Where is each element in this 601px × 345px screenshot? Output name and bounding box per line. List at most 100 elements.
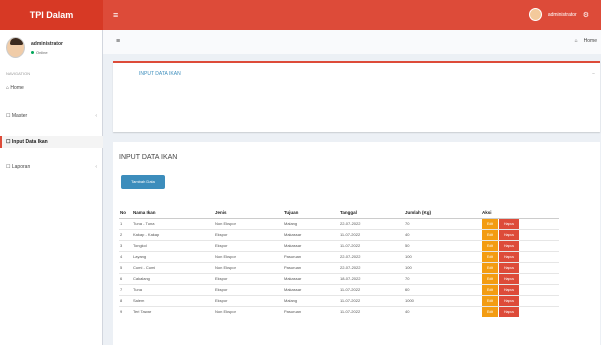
table-cell: 6 bbox=[119, 272, 132, 284]
edit-button[interactable]: Edit bbox=[482, 273, 498, 284]
table-cell: Non Ekspor bbox=[214, 305, 283, 317]
sidebar-item-home[interactable]: ⌂ Home bbox=[0, 82, 103, 94]
edit-button[interactable]: Edit bbox=[482, 251, 498, 262]
home-icon[interactable]: ⌂ bbox=[575, 38, 578, 44]
delete-button[interactable]: Hapus bbox=[499, 273, 519, 284]
delete-button[interactable]: Hapus bbox=[499, 295, 519, 306]
collapse-icon[interactable]: − bbox=[592, 71, 595, 77]
delete-button[interactable]: Hapus bbox=[499, 262, 519, 273]
table-row: 7 Tuna Ekspor Makassar 11-07-2022 60 Edit Hapus bbox=[119, 283, 559, 295]
user-menu[interactable]: administrator ⚙ bbox=[528, 8, 589, 21]
column-header: Nama Ikan bbox=[132, 208, 214, 219]
table-cell: Non Ekspor bbox=[214, 261, 283, 273]
data-card: INPUT DATA IKAN Tambah Data No Nama Ikan… bbox=[113, 142, 600, 345]
table-row: 5 Cumi - Cumi Non Ekspor Pasuruan 22-07-2022… bbox=[119, 261, 559, 273]
sidebar-item-label: Home bbox=[10, 85, 24, 91]
sidebar-item-master[interactable]: ☐ Master ‹ bbox=[0, 110, 103, 122]
table-cell: 11-07-2022 bbox=[339, 239, 404, 251]
table-cell: 5 bbox=[119, 261, 132, 273]
edit-button[interactable]: Edit bbox=[482, 218, 498, 229]
fish-data-table: No Nama Ikan Jenis Tujuan Tanggal Jumlah… bbox=[119, 208, 559, 317]
table-row: 6 Cakalang Ekspor Makassar 18-07-2022 70 Edit H… bbox=[119, 272, 559, 284]
table-cell: 11-07-2022 bbox=[339, 283, 404, 295]
table-row: 4 Layang Non Ekspor Pasuruan 22-07-2022 100 Ed… bbox=[119, 250, 559, 262]
table-cell: Ekspor bbox=[214, 228, 283, 240]
menu-icon[interactable]: ≡ bbox=[116, 38, 120, 45]
table-cell: 1000 bbox=[404, 294, 481, 306]
table-cell: 4 bbox=[119, 250, 132, 262]
action-cell: Edit Hapus bbox=[481, 239, 559, 251]
table-cell: Pasuruan bbox=[283, 261, 339, 273]
sidebar-profile: administrator Online bbox=[6, 37, 63, 58]
delete-button[interactable]: Hapus bbox=[499, 251, 519, 262]
edit-button[interactable]: Edit bbox=[482, 240, 498, 251]
column-header: Jumlah (Kg) bbox=[404, 208, 481, 219]
delete-button[interactable]: Hapus bbox=[499, 284, 519, 295]
column-header: No bbox=[119, 208, 132, 219]
table-cell: Tongkol bbox=[132, 239, 214, 251]
sidebar-item-label: Master bbox=[11, 113, 28, 119]
chevron-left-icon: ‹ bbox=[95, 113, 97, 119]
add-data-button[interactable]: Tambah Data bbox=[121, 175, 165, 189]
table-cell: 3 bbox=[119, 239, 132, 251]
sidebar-toggle-icon[interactable]: ≡ bbox=[113, 10, 118, 20]
status-text: Online bbox=[36, 50, 48, 55]
table-cell: Tuna - Tuna bbox=[132, 217, 214, 229]
breadcrumb-home[interactable]: Home bbox=[584, 38, 597, 44]
table-row: 8 Salem Ekspor Malang 11-07-2022 1000 Edit Hapu… bbox=[119, 294, 559, 306]
user-name: administrator bbox=[547, 11, 577, 18]
edit-button[interactable]: Edit bbox=[482, 284, 498, 295]
table-cell: 22-07-2022 bbox=[339, 217, 404, 229]
input-card: INPUT DATA IKAN − bbox=[113, 61, 600, 132]
status-badge: Online bbox=[31, 50, 63, 55]
table-cell: Non Ekspor bbox=[214, 250, 283, 262]
action-cell: Edit Hapus bbox=[481, 272, 559, 284]
table-cell: Ekspor bbox=[214, 283, 283, 295]
table-cell: Malang bbox=[283, 294, 339, 306]
sidebar-item-laporan[interactable]: ☐ Laporan ‹ bbox=[0, 161, 103, 173]
table-cell: Ekspor bbox=[214, 239, 283, 251]
edit-button[interactable]: Edit bbox=[482, 229, 498, 240]
app-logo[interactable]: TPI Dalam bbox=[0, 0, 103, 30]
table-cell: 60 bbox=[404, 283, 481, 295]
gear-icon[interactable]: ⚙ bbox=[583, 11, 589, 19]
edit-button[interactable]: Edit bbox=[482, 295, 498, 306]
table-header-row: No Nama Ikan Jenis Tujuan Tanggal Jumlah… bbox=[119, 208, 559, 219]
delete-button[interactable]: Hapus bbox=[499, 218, 519, 229]
delete-button[interactable]: Hapus bbox=[499, 240, 519, 251]
table-cell: 40 bbox=[404, 228, 481, 240]
sidebar-item-label: Input Data Ikan bbox=[11, 139, 48, 145]
sidebar: administrator Online NAVIGATION ⌂ Home ☐… bbox=[0, 30, 103, 345]
table-cell: Cumi - Cumi bbox=[132, 261, 214, 273]
table-cell: 7 bbox=[119, 283, 132, 295]
table-cell: 70 bbox=[404, 217, 481, 229]
table-cell: 22-07-2022 bbox=[339, 261, 404, 273]
column-header: Jenis bbox=[214, 208, 283, 219]
table-cell: Pasuruan bbox=[283, 250, 339, 262]
table-cell: Malang bbox=[283, 217, 339, 229]
nav-header: NAVIGATION bbox=[6, 71, 31, 76]
action-cell: Edit Hapus bbox=[481, 261, 559, 273]
table-cell: 18-07-2022 bbox=[339, 272, 404, 284]
table-cell: Cakalang bbox=[132, 272, 214, 284]
sidebar-item-input-data-ikan[interactable]: ☐ Input Data Ikan bbox=[0, 136, 103, 148]
edit-button[interactable]: Edit bbox=[482, 262, 498, 273]
table-cell: Makassar bbox=[283, 228, 339, 240]
table-cell: 11-07-2022 bbox=[339, 228, 404, 240]
table-cell: Makassar bbox=[283, 283, 339, 295]
action-cell: Edit Hapus bbox=[481, 228, 559, 240]
table-cell: 8 bbox=[119, 294, 132, 306]
table-cell: Makassar bbox=[283, 272, 339, 284]
delete-button[interactable]: Hapus bbox=[499, 306, 519, 317]
input-card-title: INPUT DATA IKAN bbox=[139, 71, 181, 77]
table-cell: 2 bbox=[119, 228, 132, 240]
edit-button[interactable]: Edit bbox=[482, 306, 498, 317]
top-navbar: TPI Dalam ≡ administrator ⚙ bbox=[0, 0, 601, 30]
delete-button[interactable]: Hapus bbox=[499, 229, 519, 240]
table-cell: 70 bbox=[404, 272, 481, 284]
table-cell: Pasuruan bbox=[283, 305, 339, 317]
table-cell: Ekspor bbox=[214, 272, 283, 284]
table-cell: Salem bbox=[132, 294, 214, 306]
data-card-title: INPUT DATA IKAN bbox=[119, 154, 178, 161]
breadcrumb: ⌂ Home bbox=[575, 38, 597, 44]
